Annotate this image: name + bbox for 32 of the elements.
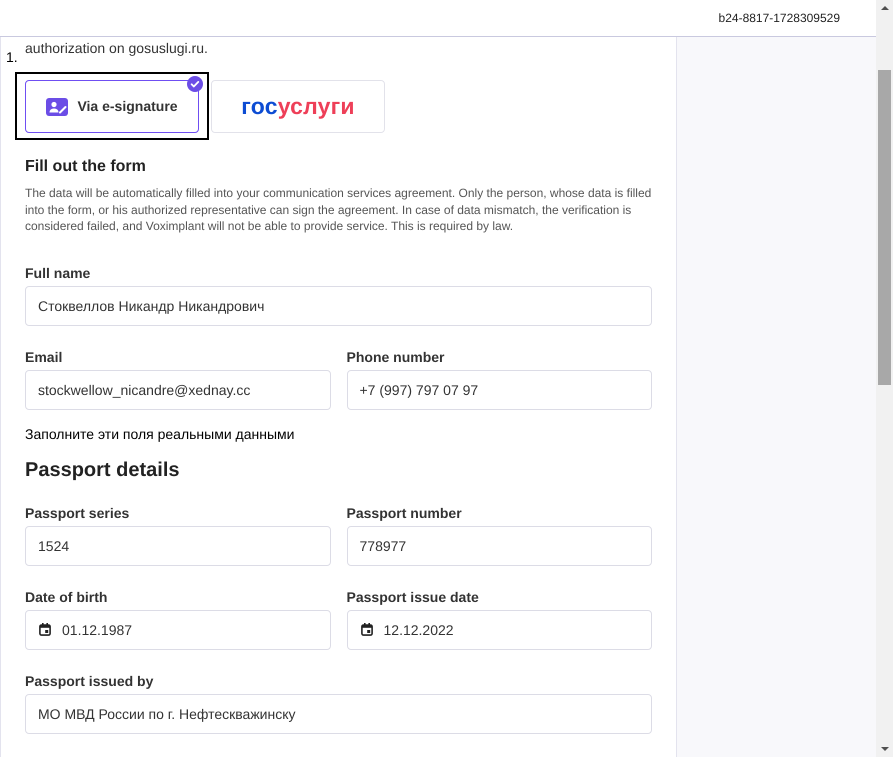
- field-label: Passport issue date: [346, 588, 480, 606]
- field-label: Passport number: [346, 504, 463, 522]
- hint-text: Заполните эти поля реальными данными: [25, 424, 296, 442]
- field-label: Date of birth: [25, 588, 108, 606]
- section-heading: Passport details: [25, 458, 181, 482]
- input-field[interactable]: +7 (997) 797 07 97: [346, 370, 652, 410]
- input-field[interactable]: 1524: [25, 526, 330, 566]
- date-field[interactable]: 12.12.2022: [346, 610, 652, 650]
- field-label: Phone number: [346, 348, 446, 366]
- person-card-icon: [46, 98, 68, 116]
- input-field[interactable]: Стоквеллов Никандр Никандрович: [25, 286, 652, 326]
- scrollbar-track[interactable]: [876, 0, 893, 757]
- calendar-icon: [360, 622, 372, 636]
- scroll-down-arrow-icon[interactable]: [880, 747, 888, 751]
- field-label: Email: [25, 348, 64, 366]
- service-logo-button[interactable]: госуслуги: [211, 80, 385, 133]
- scroll-up-arrow-icon[interactable]: [880, 6, 888, 10]
- calendar-icon: [39, 622, 51, 636]
- description-text: The data will be automatically filled into your communication services agreement. Only the person, whose data is filled into the form, or his authorized representative can sign the agreement. In case of data mismatch, the verification is considered failed, and Voximplant will not be able to provide service. This is required by law.: [25, 185, 652, 234]
- scrollbar-thumb[interactable]: [878, 70, 891, 385]
- list-number: 1.: [6, 48, 19, 66]
- input-field[interactable]: 778977: [346, 526, 652, 566]
- field-label: Passport series: [25, 504, 130, 522]
- date-field[interactable]: 01.12.1987: [25, 610, 330, 650]
- field-label: Full name: [25, 264, 92, 282]
- field-label: Passport issued by: [25, 672, 154, 690]
- step-text: authorization on gosuslugi.ru.: [25, 39, 208, 57]
- input-field[interactable]: stockwellow_nicandre@xednay.cc: [25, 370, 330, 410]
- id-text: b24-8817-1728309529: [718, 10, 840, 26]
- check-icon: [187, 76, 203, 92]
- section-heading: Fill out the form: [25, 157, 147, 177]
- input-field[interactable]: МО МВД России по г. Нефтескважинску: [25, 694, 652, 734]
